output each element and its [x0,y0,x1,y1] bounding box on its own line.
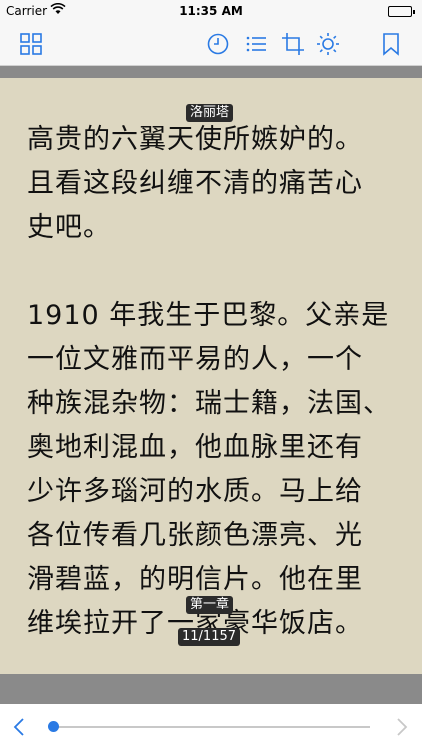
crop-icon[interactable] [280,31,306,57]
previous-chevron-icon[interactable] [12,717,26,737]
status-bar: Carrier 11:35 AM [0,0,422,22]
paragraph: 高贵的六翼天使所嫉妒的。 且看这段纠缠不清的痛苦心 史吧。 [27,124,363,243]
brightness-icon[interactable] [315,31,341,57]
status-time: 11:35 AM [179,4,243,18]
page-text: 高贵的六翼天使所嫉妒的。 且看这段纠缠不清的痛苦心 史吧。 1910 年我生于巴… [27,118,399,646]
battery-icon [388,6,415,17]
grid-icon[interactable] [18,31,44,57]
clock-icon[interactable] [205,31,231,57]
page-bottom-band [0,674,422,704]
paragraph: 1910 年我生于巴黎。父亲是 一位文雅而平易的人，一个 种族混杂物：瑞士籍，法… [27,300,391,639]
progress-track[interactable] [50,726,370,728]
reading-page[interactable]: 洛丽塔 高贵的六翼天使所嫉妒的。 且看这段纠缠不清的痛苦心 史吧。 1910 年… [0,78,422,674]
next-chevron-icon[interactable] [395,717,409,737]
page-top-band [0,66,422,78]
page-counter: 11/1157 [178,628,241,646]
chapter-label: 第一章 [186,596,234,614]
bookmark-icon[interactable] [378,31,404,57]
list-icon[interactable] [243,31,269,57]
progress-thumb[interactable] [48,721,60,732]
reader-toolbar [0,22,422,66]
progress-bar [0,704,422,750]
